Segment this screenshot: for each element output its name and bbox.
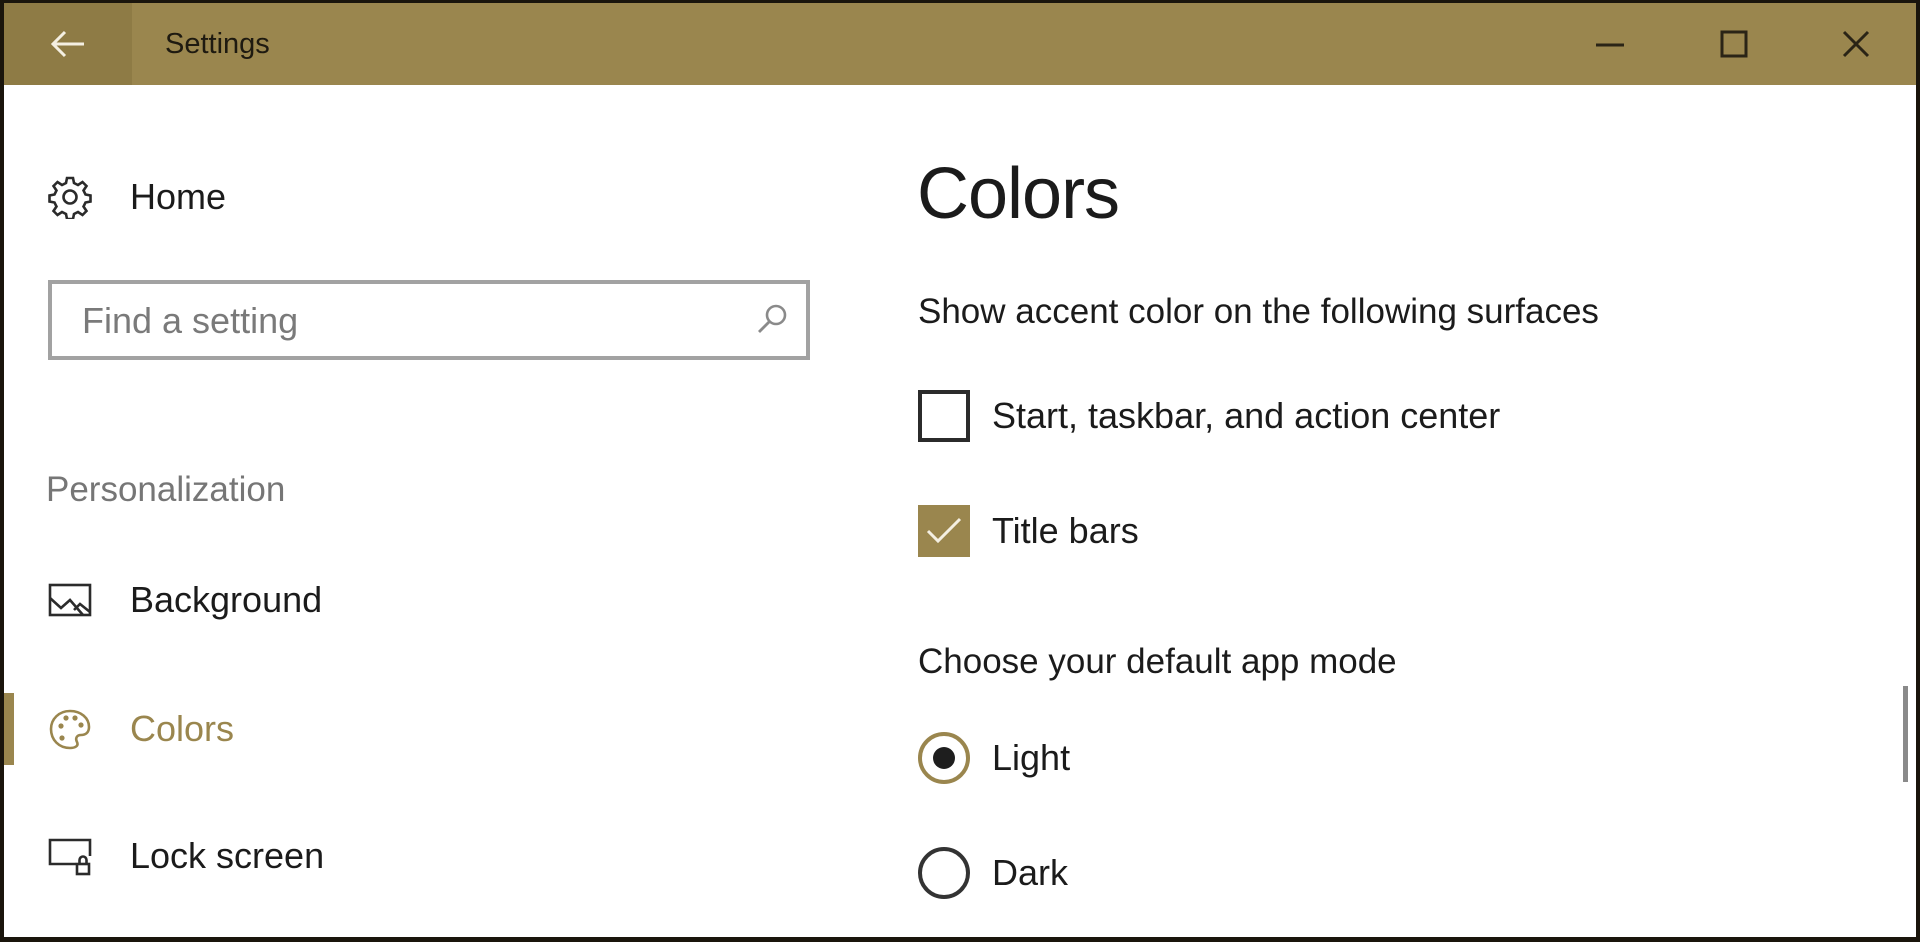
checkbox-title-bars[interactable]: Title bars [918, 503, 1139, 559]
accent-surfaces-heading: Show accent color on the following surfa… [918, 292, 1599, 331]
checkbox[interactable] [918, 505, 970, 557]
sidebar-item-label: Colors [130, 708, 235, 749]
section-label-personalization: Personalization [46, 470, 286, 509]
checkbox[interactable] [918, 390, 970, 442]
minimize-icon [1596, 43, 1624, 47]
gear-icon [48, 175, 92, 219]
sidebar-item-label: Lock screen [130, 835, 325, 876]
close-icon [1842, 30, 1870, 58]
title-bar: Settings [4, 3, 1916, 85]
radio-dot [933, 747, 955, 769]
search-icon[interactable] [754, 302, 790, 338]
checkbox-label: Start, taskbar, and action center [992, 395, 1501, 436]
search-input[interactable] [52, 284, 764, 358]
vertical-scrollbar[interactable] [1903, 686, 1908, 782]
checkbox-label: Title bars [992, 510, 1139, 551]
radio-light[interactable]: Light [918, 730, 1070, 786]
sidebar-item-label: Background [130, 579, 323, 620]
app-mode-heading: Choose your default app mode [918, 642, 1397, 681]
maximize-icon [1720, 30, 1748, 58]
settings-window: Settings Home Find a setting Personaliza… [4, 3, 1916, 937]
radio-button[interactable] [918, 847, 970, 899]
sidebar-item-home[interactable]: Home [4, 162, 824, 232]
minimize-button[interactable] [1548, 3, 1672, 85]
radio-button[interactable] [918, 732, 970, 784]
sidebar-item-colors[interactable]: Colors [4, 694, 824, 764]
radio-label: Light [992, 737, 1071, 778]
radio-dark[interactable]: Dark [918, 845, 1068, 901]
sidebar-item-background[interactable]: Background [4, 565, 824, 635]
palette-icon [48, 707, 92, 751]
sidebar-item-label: Home [130, 176, 227, 217]
radio-label: Dark [992, 852, 1069, 893]
maximize-button[interactable] [1672, 3, 1796, 85]
sidebar-item-lock-screen[interactable]: Lock screen [4, 821, 824, 891]
picture-icon [48, 578, 92, 622]
search-box[interactable] [48, 280, 810, 360]
sidebar: Home Personalization Background [4, 85, 864, 937]
checkmark-icon [926, 517, 962, 544]
main-content: Colors Show accent color on the followin… [864, 85, 1916, 937]
window-title: Settings [165, 28, 270, 60]
page-title: Colors [917, 154, 1120, 234]
back-arrow-icon [50, 30, 84, 58]
close-button[interactable] [1794, 3, 1916, 85]
back-button[interactable] [4, 3, 132, 85]
lock-screen-icon [48, 834, 92, 878]
checkbox-start-taskbar[interactable]: Start, taskbar, and action center [918, 388, 1500, 444]
